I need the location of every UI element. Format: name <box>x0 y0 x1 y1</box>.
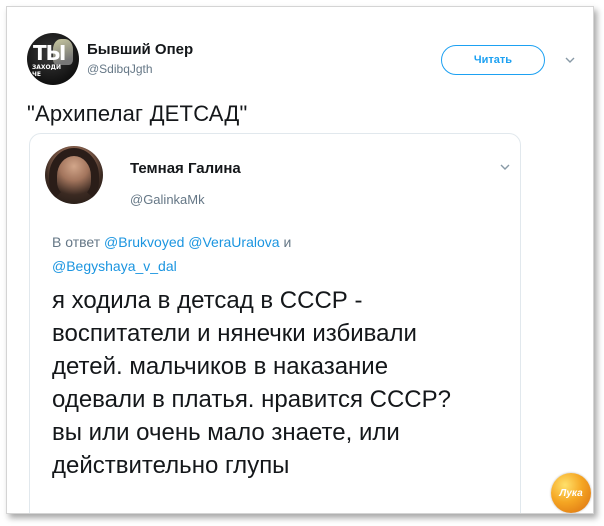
quoted-avatar[interactable] <box>45 146 103 204</box>
mention-link[interactable]: @Begyshaya_v_dal <box>52 258 177 274</box>
tweet-header: ТЫ ЗАХОДИ ЧЕ Бывший Опер @SdibqJgth Чита… <box>27 33 577 87</box>
text-line: одевали в платья. нравится СССР? <box>52 386 451 413</box>
reply-prefix: В ответ <box>52 234 101 250</box>
quoted-tweet-card[interactable]: Темная Галина @GalinkaMk В ответ @Brukvo… <box>29 133 522 513</box>
author-handle[interactable]: @SdibqJgth <box>87 62 153 76</box>
watermark-logo: Лука <box>551 473 591 513</box>
mention-joiner: и <box>283 234 292 250</box>
text-line: детей. мальчиков в наказание <box>52 353 389 380</box>
quoted-author-name[interactable]: Темная Галина <box>130 160 241 177</box>
quoted-author-handle[interactable]: @GalinkaMk <box>130 192 205 207</box>
quoted-tweet-text: я ходила в детсад в СССР - воспитатели и… <box>52 284 522 482</box>
tweet-text: "Архипелаг ДЕТСАД" <box>27 101 248 126</box>
tweet-screenshot-frame: ТЫ ЗАХОДИ ЧЕ Бывший Опер @SdibqJgth Чита… <box>6 6 594 514</box>
avatar-photo <box>49 148 99 204</box>
chevron-down-icon[interactable] <box>563 53 577 67</box>
mention-link[interactable]: @VeraUralova <box>188 234 279 250</box>
avatar[interactable]: ТЫ ЗАХОДИ ЧЕ <box>27 33 79 85</box>
author-name[interactable]: Бывший Опер <box>87 41 193 58</box>
reply-context: В ответ @Brukvoyed @VeraUralova и @Begys… <box>52 230 382 278</box>
text-line: действительно глупы <box>52 452 290 479</box>
text-line: вы или очень мало знаете, или <box>52 419 400 446</box>
avatar-text-big: ТЫ <box>33 41 66 65</box>
text-line: воспитатели и нянечки избивали <box>52 320 417 347</box>
follow-button[interactable]: Читать <box>441 45 545 75</box>
mention-link[interactable]: @Brukvoyed <box>104 234 184 250</box>
chevron-down-icon[interactable] <box>498 160 512 174</box>
avatar-text-small: ЗАХОДИ ЧЕ <box>32 64 61 78</box>
text-line: я ходила в детсад в СССР - <box>52 287 363 314</box>
